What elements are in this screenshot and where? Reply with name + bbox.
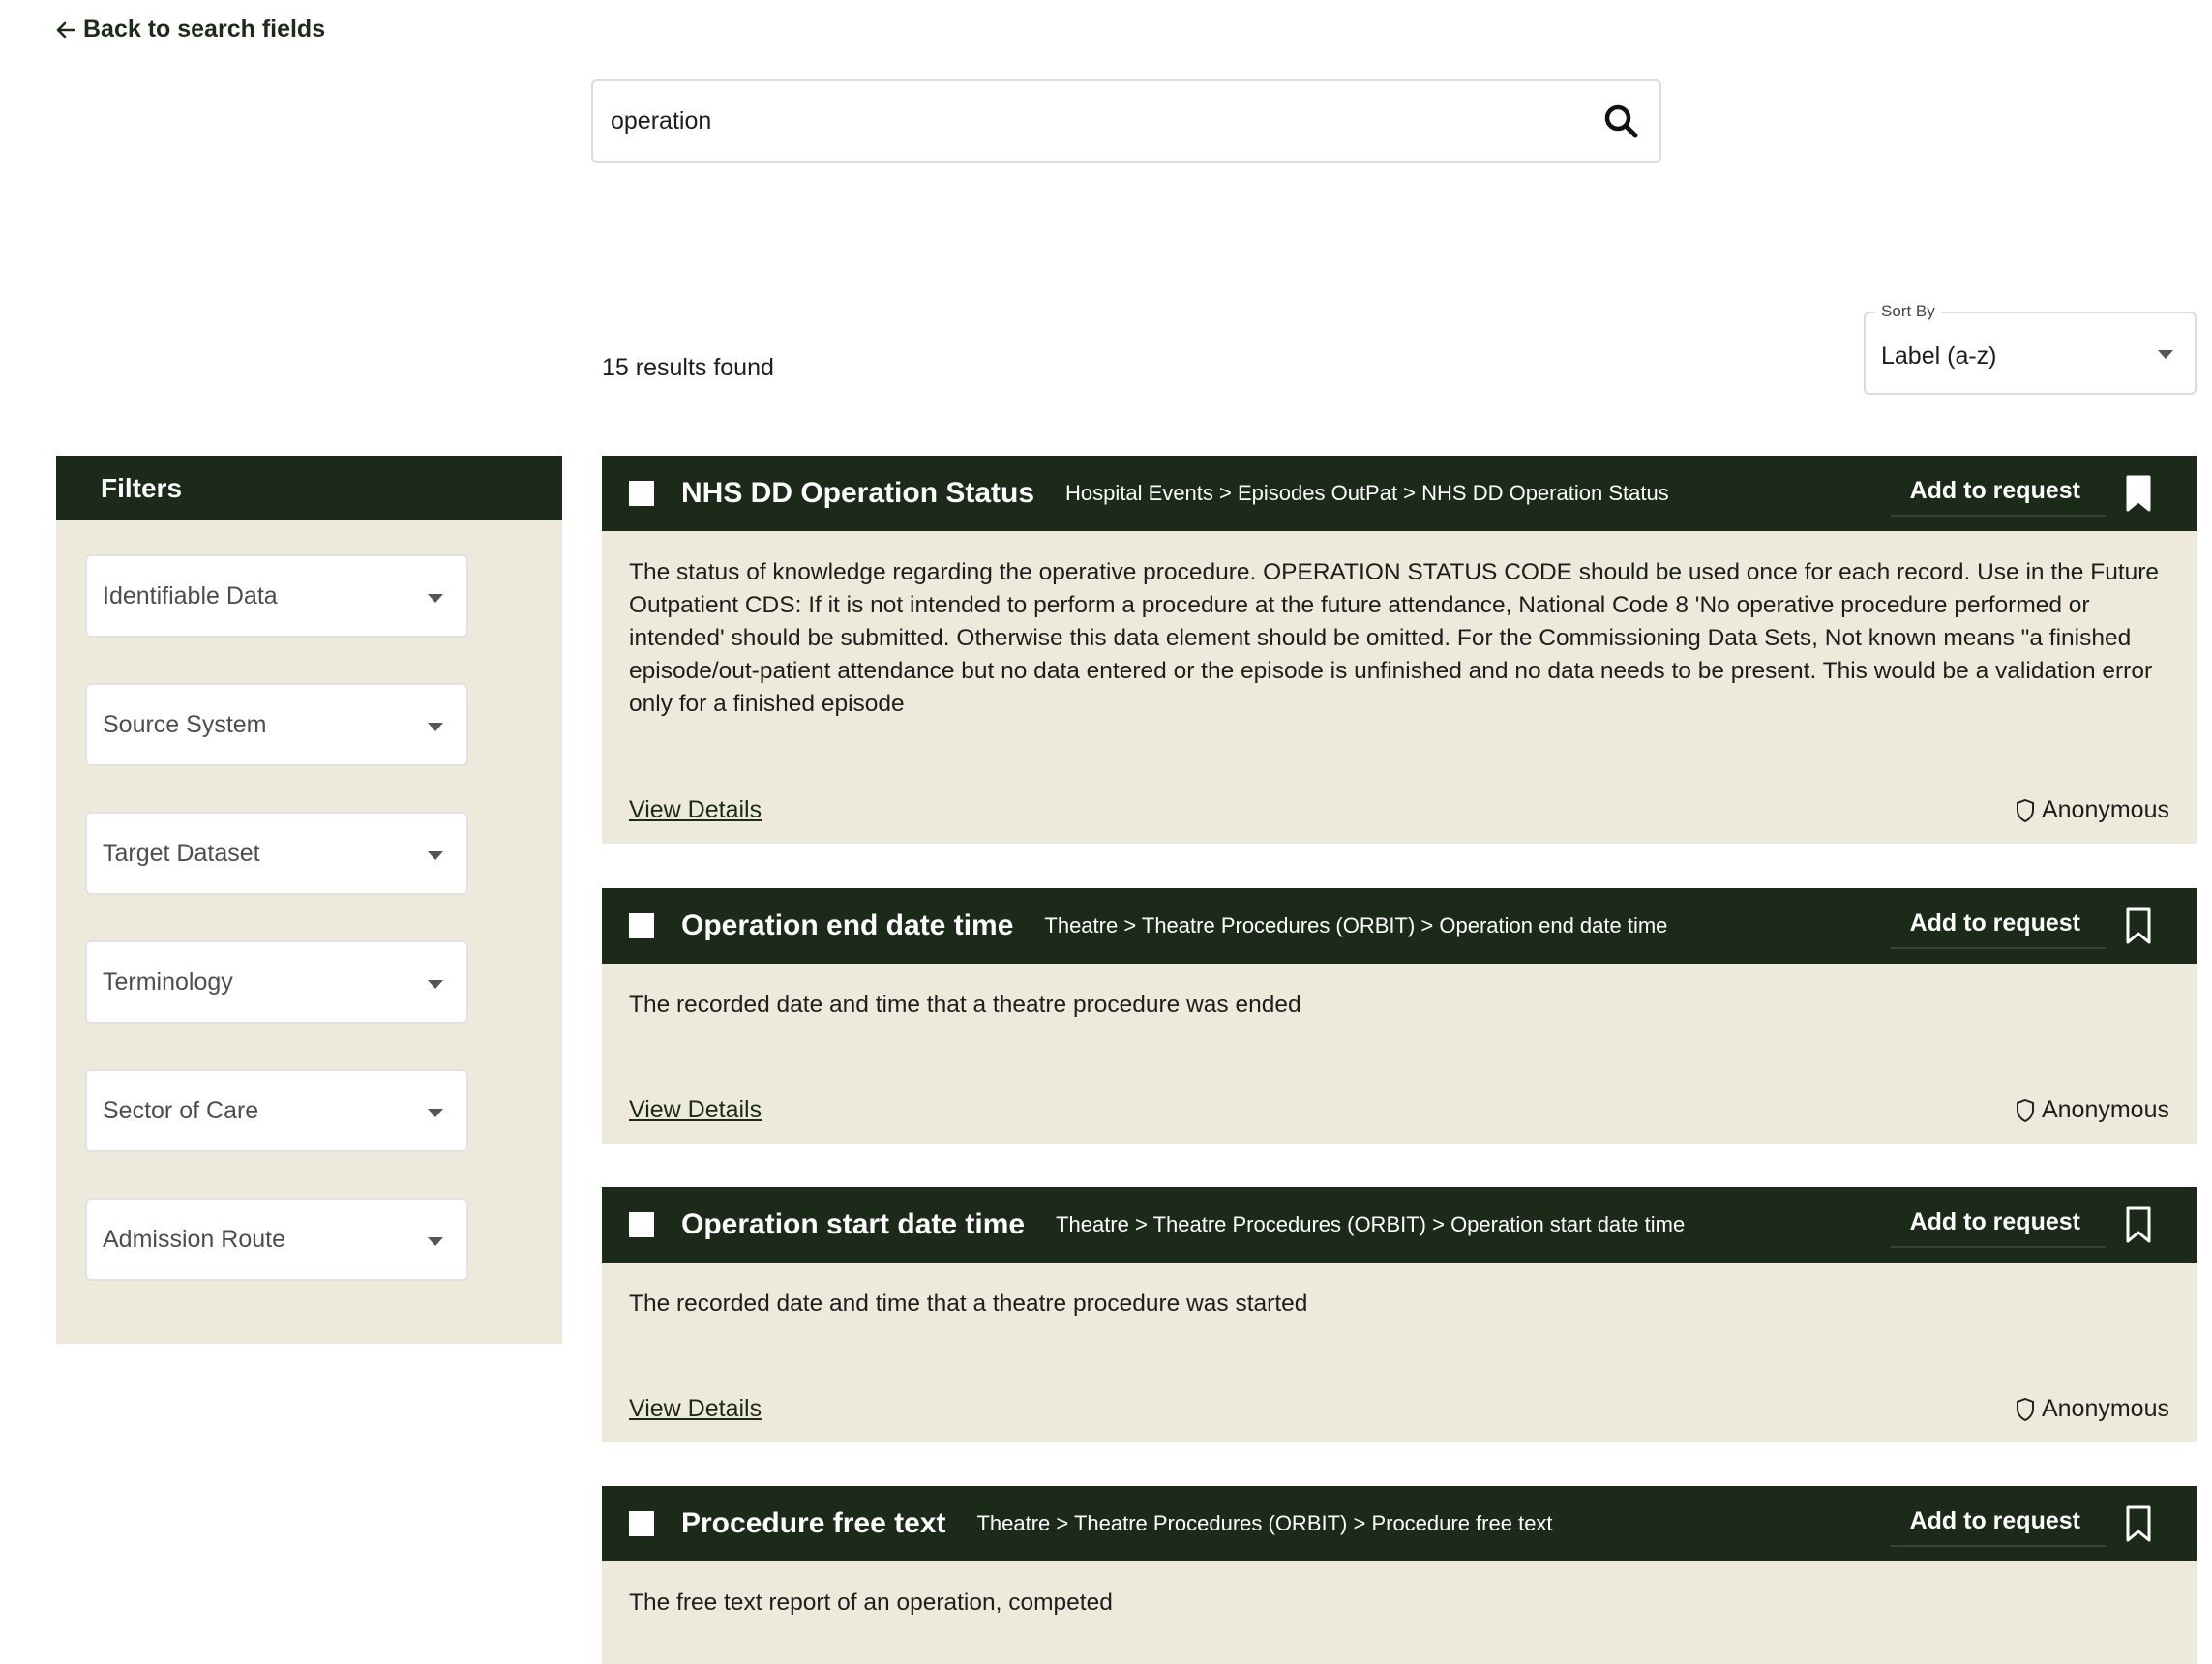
filters-title: Filters bbox=[56, 456, 562, 520]
result-description: The recorded date and time that a theatr… bbox=[629, 1291, 1308, 1317]
result-footer: View Details Anonymous bbox=[629, 1096, 2169, 1124]
result-breadcrumb: Hospital Events > Episodes OutPat > NHS … bbox=[1065, 481, 1669, 505]
chevron-down-icon bbox=[428, 1237, 443, 1246]
filter-sector-of-care[interactable]: Sector of Care bbox=[85, 1069, 468, 1152]
sort-value: Label (a-z) bbox=[1881, 342, 1997, 370]
filter-label: Source System bbox=[103, 710, 267, 738]
result-breadcrumb: Theatre > Theatre Procedures (ORBIT) > O… bbox=[1056, 1212, 1686, 1236]
result-card-header: Operation end date time Theatre > Theatr… bbox=[602, 888, 2197, 964]
select-checkbox[interactable] bbox=[629, 481, 654, 506]
view-details-link[interactable]: View Details bbox=[629, 796, 762, 824]
result-card: Operation start date time Theatre > Thea… bbox=[602, 1187, 2197, 1442]
result-footer: View Details Anonymous bbox=[629, 1395, 2169, 1423]
result-description: The free text report of an operation, co… bbox=[629, 1590, 1113, 1616]
filter-label: Sector of Care bbox=[103, 1096, 259, 1124]
search-box bbox=[591, 79, 1661, 163]
add-to-request-button[interactable]: Add to request bbox=[1890, 909, 2107, 949]
result-card: Procedure free text Theatre > Theatre Pr… bbox=[602, 1486, 2197, 1664]
sort-select[interactable]: Sort By Label (a-z) bbox=[1864, 302, 2197, 395]
add-to-request-button[interactable]: Add to request bbox=[1890, 477, 2107, 517]
add-to-request-button[interactable]: Add to request bbox=[1890, 1208, 2107, 1248]
result-title: Operation end date time bbox=[681, 909, 1014, 941]
chevron-down-icon bbox=[428, 1109, 443, 1117]
filter-identifiable-data[interactable]: Identifiable Data bbox=[85, 554, 468, 638]
result-card: Operation end date time Theatre > Theatr… bbox=[602, 888, 2197, 1144]
result-card-header: Procedure free text Theatre > Theatre Pr… bbox=[602, 1486, 2197, 1561]
result-title: NHS DD Operation Status bbox=[681, 477, 1035, 509]
select-checkbox[interactable] bbox=[629, 1511, 654, 1536]
bookmark-filled-icon[interactable] bbox=[2125, 475, 2152, 512]
filters-panel: Filters Identifiable Data Source System … bbox=[56, 456, 562, 1344]
access-level-label: Anonymous bbox=[2041, 1096, 2169, 1123]
chevron-down-icon bbox=[428, 723, 443, 731]
shield-icon bbox=[2016, 798, 2034, 822]
result-description: The status of knowledge regarding the op… bbox=[629, 559, 2160, 717]
filter-target-dataset[interactable]: Target Dataset bbox=[85, 812, 468, 895]
filter-label: Identifiable Data bbox=[103, 581, 278, 609]
result-breadcrumb: Theatre > Theatre Procedures (ORBIT) > P… bbox=[976, 1511, 1553, 1535]
bookmark-icon[interactable] bbox=[2125, 1206, 2152, 1243]
result-card: NHS DD Operation Status Hospital Events … bbox=[602, 456, 2197, 844]
result-card-header: Operation start date time Theatre > Thea… bbox=[602, 1187, 2197, 1263]
chevron-down-icon bbox=[428, 851, 443, 860]
view-details-link[interactable]: View Details bbox=[629, 1096, 762, 1124]
results-count: 15 results found bbox=[602, 354, 774, 381]
shield-icon bbox=[2016, 1397, 2034, 1421]
filter-label: Admission Route bbox=[103, 1225, 285, 1253]
filter-admission-route[interactable]: Admission Route bbox=[85, 1198, 468, 1281]
bookmark-icon[interactable] bbox=[2125, 1505, 2152, 1542]
chevron-down-icon bbox=[428, 980, 443, 989]
view-details-link[interactable]: View Details bbox=[629, 1395, 762, 1423]
result-card-header: NHS DD Operation Status Hospital Events … bbox=[602, 456, 2197, 531]
bookmark-icon[interactable] bbox=[2125, 907, 2152, 944]
result-description: The recorded date and time that a theatr… bbox=[629, 992, 1301, 1018]
result-title: Procedure free text bbox=[681, 1507, 946, 1539]
add-to-request-button[interactable]: Add to request bbox=[1890, 1507, 2107, 1547]
arrow-left-icon bbox=[56, 21, 75, 38]
page: Back to search fields 15 results found S… bbox=[0, 0, 2212, 1664]
search-button[interactable] bbox=[1582, 81, 1659, 161]
sort-label: Sort By bbox=[1875, 302, 1941, 321]
access-level: Anonymous bbox=[2015, 1395, 2169, 1423]
filter-source-system[interactable]: Source System bbox=[85, 683, 468, 766]
select-checkbox[interactable] bbox=[629, 1212, 654, 1237]
filter-label: Terminology bbox=[103, 967, 233, 995]
search-icon bbox=[1604, 104, 1638, 138]
select-checkbox[interactable] bbox=[629, 913, 654, 938]
back-link-label: Back to search fields bbox=[83, 15, 326, 43]
result-footer: View Details Anonymous bbox=[629, 796, 2169, 824]
search-input[interactable] bbox=[593, 81, 1582, 161]
access-level-label: Anonymous bbox=[2041, 796, 2169, 823]
filter-terminology[interactable]: Terminology bbox=[85, 940, 468, 1024]
result-title: Operation start date time bbox=[681, 1208, 1026, 1240]
result-breadcrumb: Theatre > Theatre Procedures (ORBIT) > O… bbox=[1044, 913, 1668, 937]
access-level: Anonymous bbox=[2015, 796, 2169, 824]
back-to-search-link[interactable]: Back to search fields bbox=[54, 15, 325, 44]
chevron-down-icon bbox=[2158, 350, 2173, 359]
shield-icon bbox=[2016, 1098, 2034, 1122]
access-level-label: Anonymous bbox=[2041, 1395, 2169, 1422]
filter-label: Target Dataset bbox=[103, 839, 260, 867]
chevron-down-icon bbox=[428, 594, 443, 603]
access-level: Anonymous bbox=[2015, 1096, 2169, 1124]
